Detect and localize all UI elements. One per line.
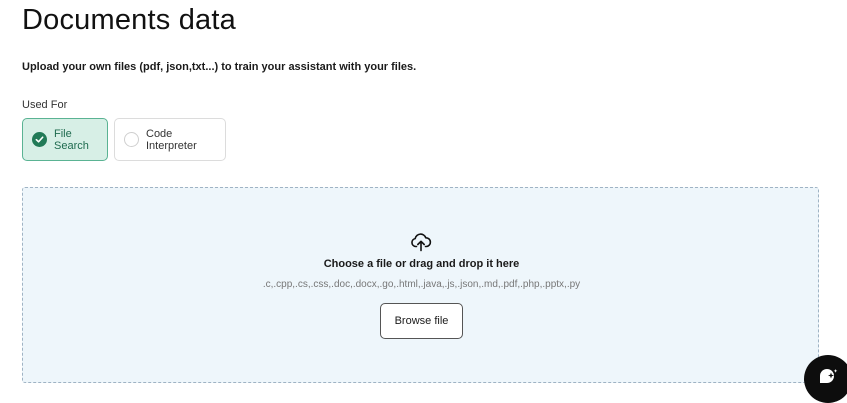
code-interpreter-label: Code Interpreter bbox=[146, 127, 197, 152]
check-circle-icon bbox=[32, 132, 47, 147]
cloud-upload-icon bbox=[410, 232, 432, 252]
file-search-option[interactable]: File Search bbox=[22, 118, 108, 161]
dropzone-title: Choose a file or drag and drop it here bbox=[323, 258, 520, 270]
chat-bubble-sparkle-icon bbox=[816, 365, 840, 394]
file-search-label: File Search bbox=[54, 127, 89, 152]
chat-widget-button[interactable] bbox=[804, 355, 847, 403]
documents-page: Documents data Upload your own files (pd… bbox=[0, 0, 847, 403]
page-title: Documents data bbox=[22, 4, 236, 36]
radio-circle-icon bbox=[124, 132, 139, 147]
used-for-label: Used For bbox=[22, 99, 68, 111]
code-interpreter-option[interactable]: Code Interpreter bbox=[114, 118, 226, 161]
page-subtitle: Upload your own files (pdf, json,txt...)… bbox=[22, 61, 417, 73]
browse-file-button[interactable]: Browse file bbox=[380, 303, 463, 339]
file-dropzone[interactable]: Choose a file or drag and drop it here .… bbox=[22, 187, 819, 383]
accepted-file-types: .c,.cpp,.cs,.css,.doc,.docx,.go,.html,.j… bbox=[262, 279, 581, 290]
